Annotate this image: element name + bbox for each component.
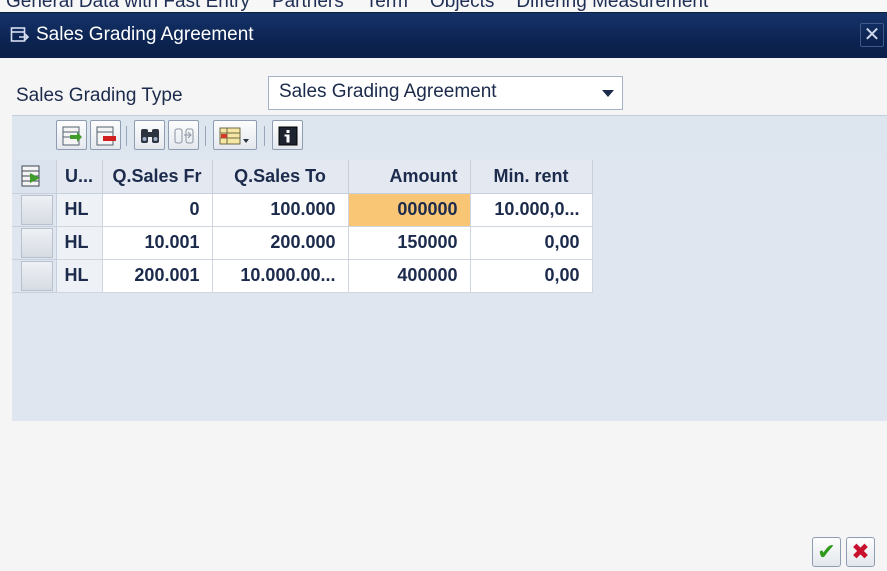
cell-amount[interactable]: 000000: [348, 193, 471, 227]
cell-unit[interactable]: HL: [56, 226, 103, 260]
cell-qsales-to[interactable]: 200.000: [212, 226, 349, 260]
cell-qsales-to[interactable]: 10.000.00...: [212, 259, 349, 293]
find-next-button[interactable]: [168, 120, 199, 150]
row-selector-button[interactable]: [21, 260, 53, 291]
select-all-icon: [21, 165, 40, 187]
cell-unit[interactable]: HL: [56, 259, 103, 293]
table-row: HL 10.001 200.000 150000 0,00: [12, 226, 593, 260]
row-selector-button[interactable]: [21, 227, 53, 258]
bg-tab-differing-measurement[interactable]: Differing Measurement: [516, 0, 708, 12]
layout-menu-button[interactable]: [213, 120, 257, 150]
grid-container: U... Q.Sales Fr Q.Sales To Amount Min. r…: [12, 115, 887, 421]
sales-grading-type-select[interactable]: Sales Grading Agreement: [268, 76, 623, 110]
sales-grading-type-value: Sales Grading Agreement: [279, 81, 497, 102]
col-header-qsales-from[interactable]: Q.Sales Fr: [102, 160, 213, 194]
cell-amount[interactable]: 150000: [348, 226, 471, 260]
toolbar-separator: [205, 126, 206, 146]
info-button[interactable]: [272, 120, 303, 150]
cell-min-rent[interactable]: 0,00: [470, 226, 593, 260]
cell-qsales-from[interactable]: 0: [102, 193, 213, 227]
layout-menu-icon: [219, 127, 249, 145]
dialog-titlebar[interactable]: Sales Grading Agreement ✕: [0, 13, 887, 58]
checkmark-icon: ✔: [817, 539, 836, 564]
cell-unit[interactable]: HL: [56, 193, 103, 227]
sales-grading-table: U... Q.Sales Fr Q.Sales To Amount Min. r…: [12, 160, 593, 293]
cell-min-rent[interactable]: 0,00: [470, 259, 593, 293]
cell-amount[interactable]: 400000: [348, 259, 471, 293]
grid-toolbar: [12, 116, 887, 158]
find-next-icon: [174, 128, 194, 144]
delete-row-button[interactable]: [90, 120, 121, 150]
info-icon: [278, 126, 298, 146]
dialog-content: Sales Grading Type Sales Grading Agreeme…: [0, 58, 887, 571]
find-button[interactable]: [134, 120, 165, 150]
find-icon: [141, 129, 159, 143]
table-header-row: U... Q.Sales Fr Q.Sales To Amount Min. r…: [12, 160, 593, 194]
cell-min-rent[interactable]: 10.000,0...: [470, 193, 593, 227]
toolbar-separator: [264, 126, 265, 146]
cell-qsales-from[interactable]: 200.001: [102, 259, 213, 293]
sales-grading-type-label: Sales Grading Type: [16, 85, 183, 106]
row-selector[interactable]: [12, 226, 57, 260]
bg-tab-objects[interactable]: Objects: [430, 0, 494, 12]
bg-tab-general-data[interactable]: General Data with Fast Entry: [6, 0, 250, 12]
col-header-qsales-to[interactable]: Q.Sales To: [212, 160, 349, 194]
sales-grading-type-row: Sales Grading Type Sales Grading Agreeme…: [0, 76, 887, 112]
insert-row-button[interactable]: [56, 120, 87, 150]
dialog-title: Sales Grading Agreement: [36, 24, 254, 45]
row-selector[interactable]: [12, 193, 57, 227]
cell-qsales-to[interactable]: 100.000: [212, 193, 349, 227]
sales-grading-dialog: Sales Grading Agreement ✕ Sales Grading …: [0, 12, 887, 571]
dialog-window-icon: [10, 27, 30, 42]
toolbar-separator: [126, 126, 127, 146]
delete-row-icon: [96, 126, 116, 146]
bg-tab-term[interactable]: Term: [366, 0, 408, 12]
cancel-x-icon: ✖: [851, 539, 870, 564]
table-row: HL 0 100.000 000000 10.000,0...: [12, 193, 593, 227]
cell-qsales-from[interactable]: 10.001: [102, 226, 213, 260]
row-selector-button[interactable]: [21, 194, 53, 225]
table-row: HL 200.001 10.000.00... 400000 0,00: [12, 259, 593, 293]
bg-tab-partners[interactable]: Partners: [272, 0, 344, 12]
background-tab-strip: General Data with Fast Entry Partners Te…: [0, 0, 887, 12]
insert-row-icon: [62, 126, 82, 146]
close-button[interactable]: ✕: [860, 23, 884, 47]
col-header-min-rent[interactable]: Min. rent: [470, 160, 593, 194]
confirm-button[interactable]: ✔: [812, 537, 841, 567]
col-header-amount[interactable]: Amount: [348, 160, 471, 194]
select-all-cell[interactable]: [12, 160, 57, 194]
cancel-button[interactable]: ✖: [846, 537, 875, 567]
col-header-unit[interactable]: U...: [56, 160, 103, 194]
row-selector[interactable]: [12, 259, 57, 293]
chevron-down-icon[interactable]: [602, 90, 614, 97]
